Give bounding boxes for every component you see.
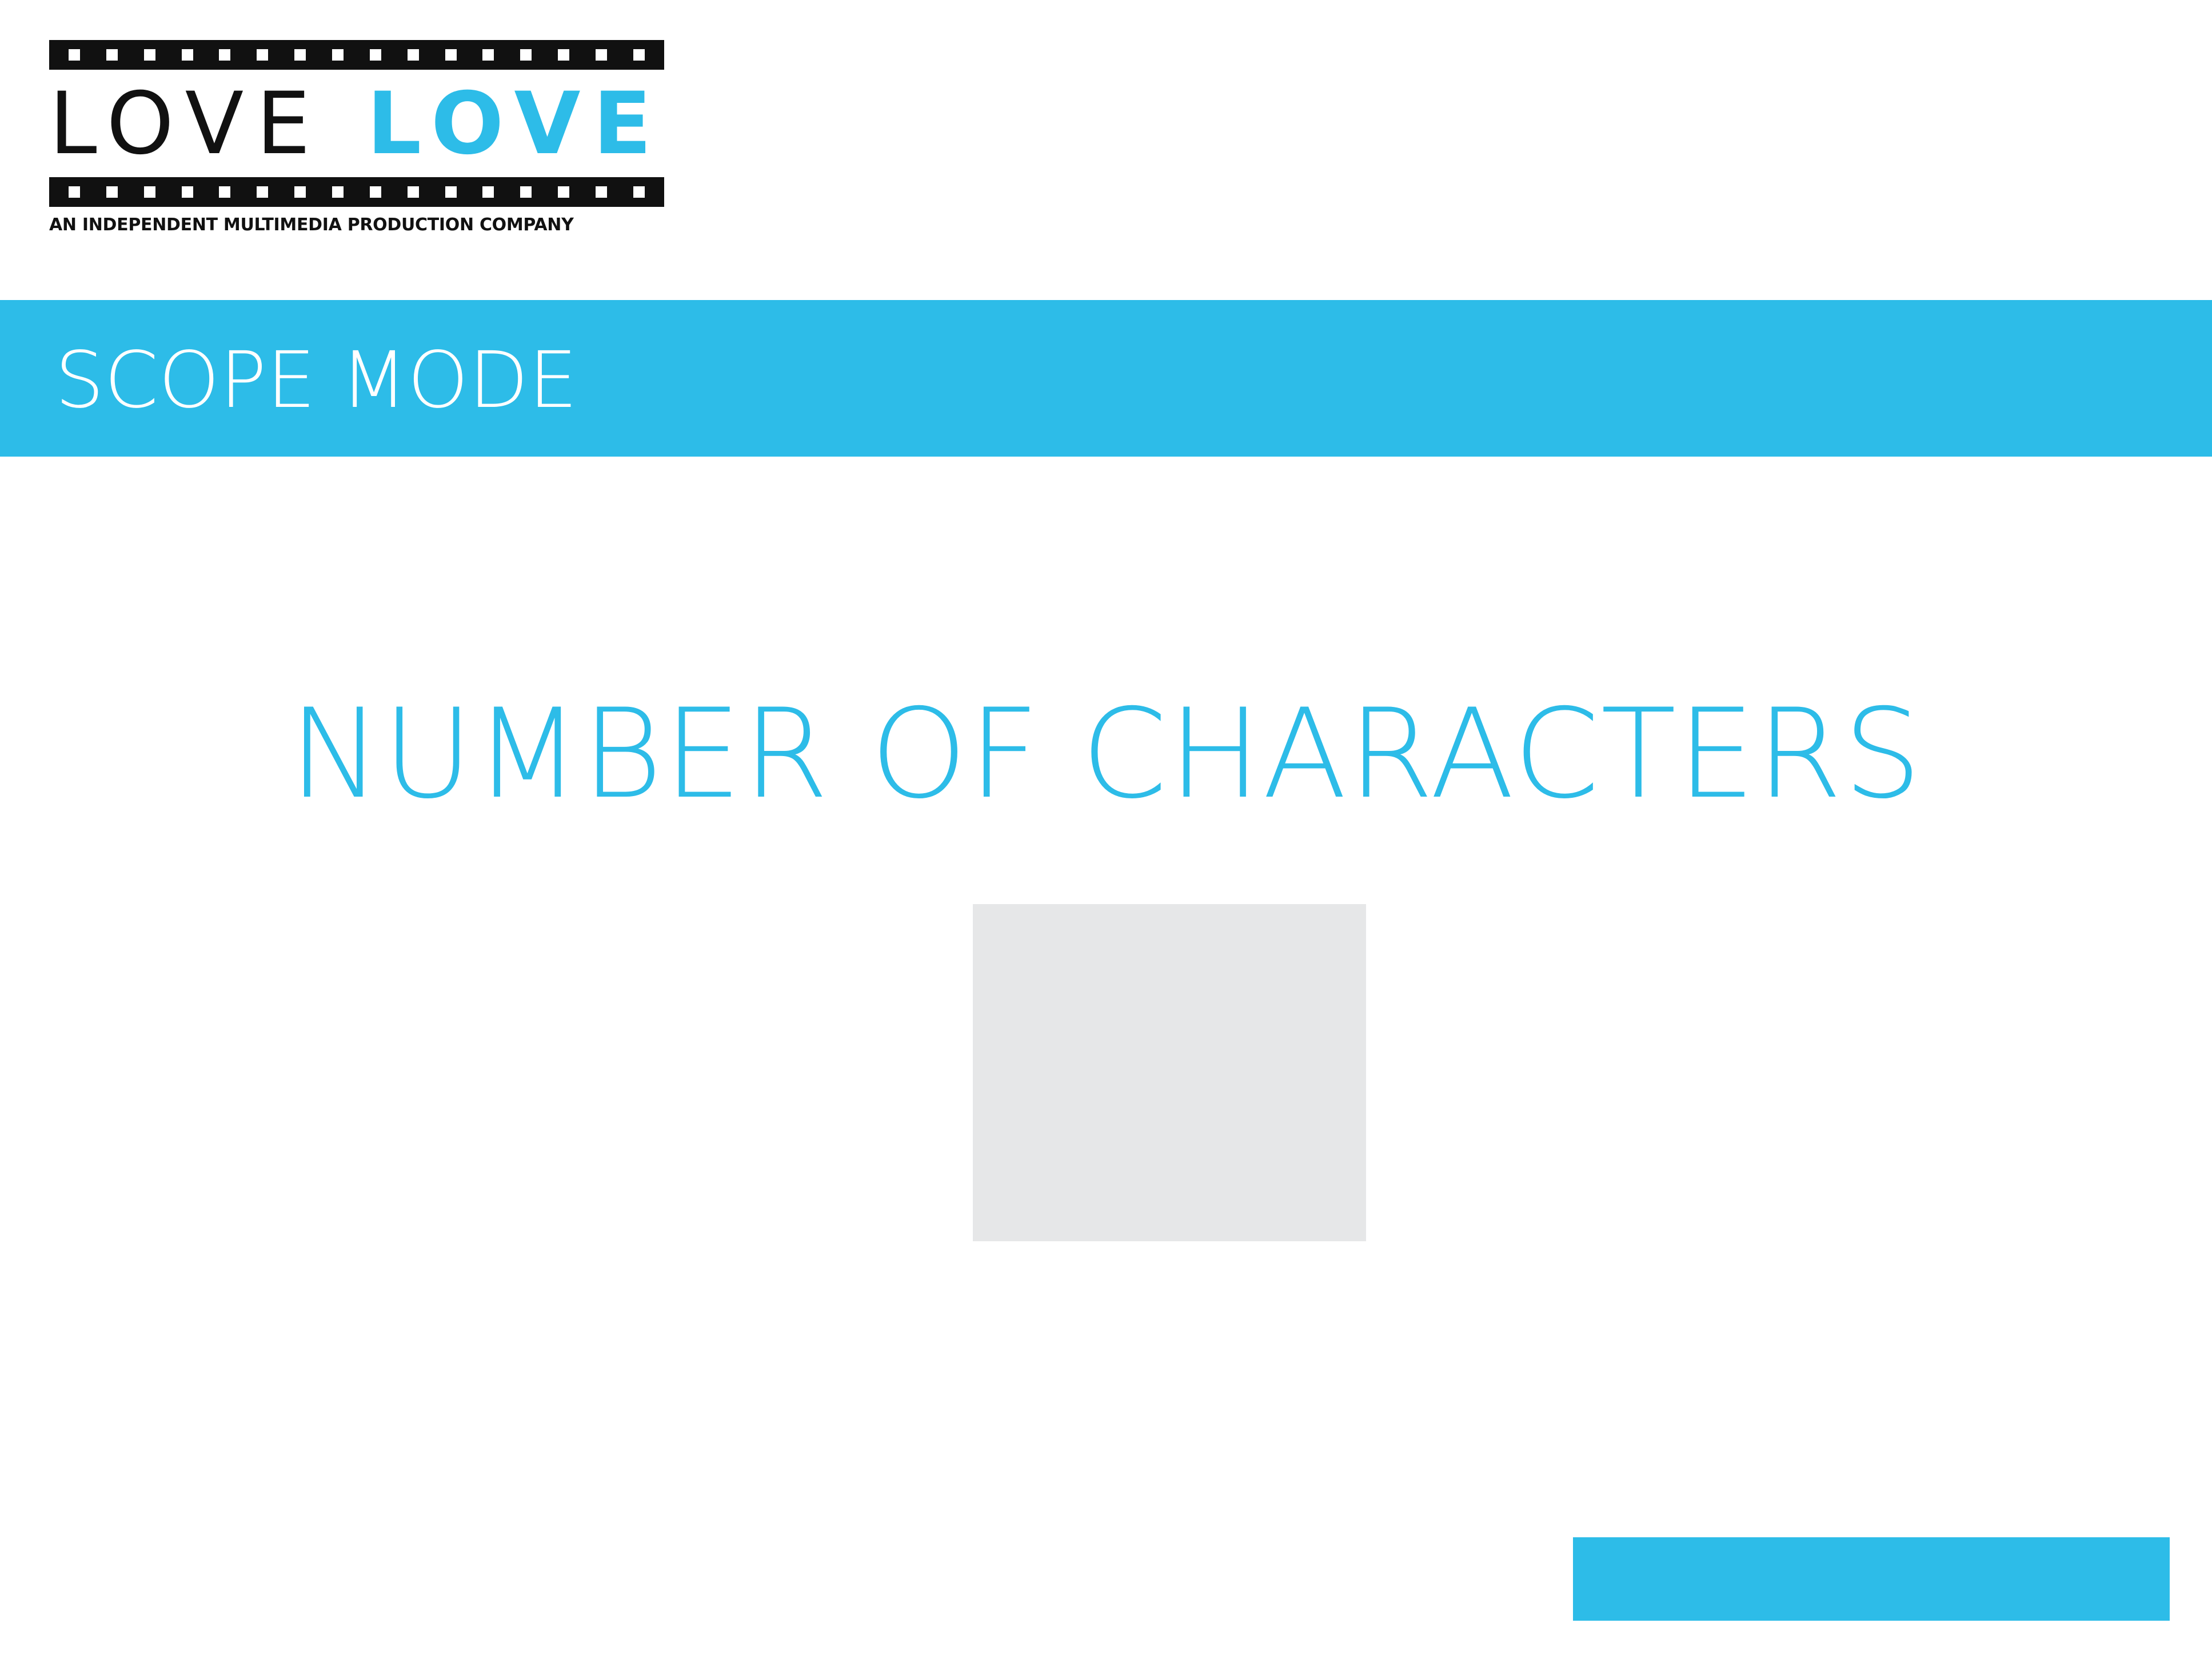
logo-word-accent: LOVE xyxy=(366,74,664,174)
film-hole xyxy=(106,49,118,61)
logo-tagline: AN INDEPENDENT MULTIMEDIA PRODUCTION COM… xyxy=(49,215,574,235)
film-hole xyxy=(520,49,532,61)
film-hole xyxy=(482,49,494,61)
film-hole xyxy=(294,49,306,61)
film-hole xyxy=(219,49,231,61)
film-hole xyxy=(69,49,80,61)
film-hole xyxy=(106,186,118,198)
mode-header-bar: SCOPE MODE xyxy=(0,300,2212,457)
film-hole xyxy=(633,186,645,198)
film-hole xyxy=(558,49,570,61)
film-hole xyxy=(407,49,419,61)
film-hole xyxy=(407,186,419,198)
film-hole xyxy=(369,186,381,198)
film-hole xyxy=(633,49,645,61)
logo-wordmark: LOVE LOVE xyxy=(49,81,664,167)
film-hole xyxy=(596,186,608,198)
film-hole xyxy=(596,49,608,61)
film-hole xyxy=(181,49,193,61)
logo-word-dark: LOVE xyxy=(49,74,324,174)
film-hole xyxy=(332,186,344,198)
filmstrip-bottom-decoration xyxy=(49,177,664,207)
film-hole xyxy=(445,186,457,198)
film-hole xyxy=(294,186,306,198)
film-hole xyxy=(558,186,570,198)
filmstrip-top-decoration xyxy=(49,40,664,70)
film-hole xyxy=(257,186,269,198)
film-hole xyxy=(69,186,80,198)
film-hole xyxy=(520,186,532,198)
film-hole xyxy=(181,186,193,198)
film-hole xyxy=(143,49,155,61)
film-hole xyxy=(482,186,494,198)
film-hole xyxy=(257,49,269,61)
submit-button[interactable] xyxy=(1573,1537,2170,1621)
character-count-input[interactable] xyxy=(973,904,1366,1241)
film-hole xyxy=(445,49,457,61)
film-hole xyxy=(143,186,155,198)
company-logo: LOVE LOVE AN INDEPENDENT MULTIMEDIA PROD… xyxy=(49,40,664,240)
film-hole xyxy=(219,186,231,198)
film-hole xyxy=(369,49,381,61)
film-hole xyxy=(332,49,344,61)
mode-title: SCOPE MODE xyxy=(55,335,578,426)
question-heading: NUMBER OF CHARACTERS xyxy=(289,682,1923,826)
